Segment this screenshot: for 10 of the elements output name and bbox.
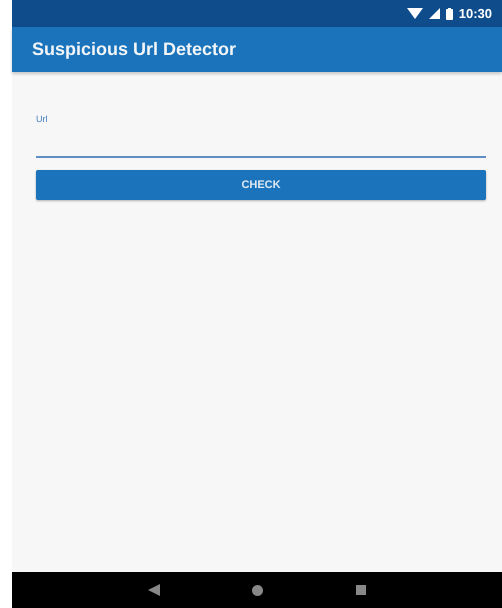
app-title: Suspicious Url Detector	[32, 38, 236, 61]
home-icon[interactable]	[252, 584, 264, 596]
recents-icon[interactable]	[356, 585, 366, 595]
check-button[interactable]: CHECK	[36, 170, 486, 200]
clock: 10:30	[458, 4, 492, 23]
battery-icon	[446, 8, 453, 20]
back-icon[interactable]	[148, 584, 160, 596]
signal-icon	[428, 8, 440, 19]
field-label: Url	[36, 113, 48, 126]
wifi-icon	[406, 8, 423, 19]
